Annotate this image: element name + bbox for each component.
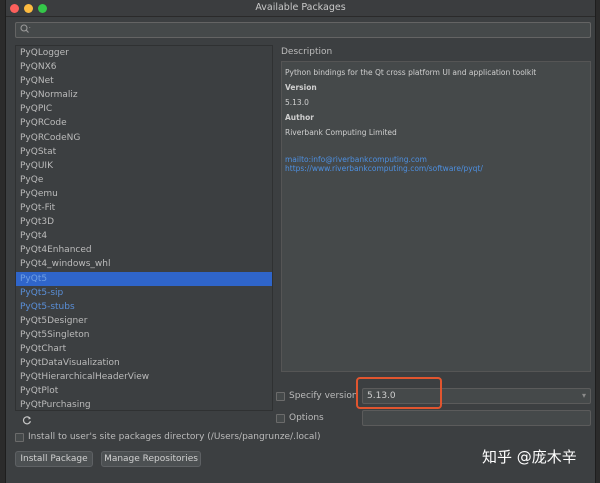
specify-version-checkbox[interactable]: [276, 392, 285, 401]
list-item[interactable]: PyQtPurchasing: [16, 398, 272, 410]
options-checkbox[interactable]: [276, 414, 285, 423]
search-input[interactable]: [15, 22, 591, 38]
list-item[interactable]: PyQtChart: [16, 342, 272, 356]
list-item[interactable]: PyQNet: [16, 74, 272, 88]
version-label: Version: [285, 83, 317, 92]
list-item[interactable]: PyQt5-sip: [16, 286, 272, 300]
search-icon: [20, 24, 31, 37]
list-item[interactable]: PyQt-Fit: [16, 201, 272, 215]
list-item[interactable]: PyQtHierarchicalHeaderView: [16, 370, 272, 384]
list-item[interactable]: PyQt5: [16, 271, 272, 286]
manage-repositories-button[interactable]: Manage Repositories: [101, 451, 201, 467]
options-label: Options: [289, 413, 324, 423]
list-item[interactable]: PyQtPlot: [16, 384, 272, 398]
homepage-link[interactable]: https://www.riverbankcomputing.com/softw…: [285, 164, 483, 173]
refresh-icon[interactable]: [22, 415, 32, 428]
list-item[interactable]: PyQRCodeNG: [16, 131, 272, 145]
options-input[interactable]: [362, 410, 591, 426]
list-item[interactable]: PyQPIC: [16, 102, 272, 116]
install-package-button[interactable]: Install Package: [15, 451, 93, 467]
install-user-label: Install to user's site packages director…: [28, 432, 321, 442]
package-summary: Python bindings for the Qt cross platfor…: [285, 68, 537, 77]
list-item[interactable]: PyQt4_windows_whl: [16, 257, 272, 271]
list-item[interactable]: PyQStat: [16, 145, 272, 159]
title-bar: Available Packages: [6, 0, 595, 17]
list-item[interactable]: PyQe: [16, 173, 272, 187]
watermark: 知乎 @庞木辛: [482, 448, 577, 466]
list-item[interactable]: PyQUIK: [16, 159, 272, 173]
package-list[interactable]: PyQLogger PyQNX6 PyQNet PyQNormaliz PyQPIC Py…: [15, 45, 273, 411]
list-item[interactable]: PyQLogger: [16, 46, 272, 60]
install-user-checkbox[interactable]: [15, 433, 24, 442]
list-item[interactable]: PyQRCode: [16, 116, 272, 130]
list-item[interactable]: PyQt5Designer: [16, 314, 272, 328]
highlight-annotation: [356, 377, 442, 409]
specify-version-label: Specify version: [289, 391, 358, 401]
author-label: Author: [285, 113, 314, 122]
list-item[interactable]: PyQt5-stubs: [16, 300, 272, 314]
list-item[interactable]: PyQt4Enhanced: [16, 243, 272, 257]
description-panel: Python bindings for the Qt cross platfor…: [281, 61, 591, 372]
list-item[interactable]: PyQtDataVisualization: [16, 356, 272, 370]
list-item[interactable]: PyQt4: [16, 229, 272, 243]
list-item[interactable]: PyQNormaliz: [16, 88, 272, 102]
author-value: Riverbank Computing Limited: [285, 128, 397, 137]
version-value: 5.13.0: [285, 98, 309, 107]
window-title: Available Packages: [255, 2, 346, 13]
list-item[interactable]: PyQt3D: [16, 215, 272, 229]
list-item[interactable]: PyQNX6: [16, 60, 272, 74]
email-link[interactable]: mailto:info@riverbankcomputing.com: [285, 155, 427, 164]
chevron-down-icon: ▾: [581, 391, 586, 400]
available-packages-dialog: Available Packages PyQLogger PyQNX6 PyQNet…: [5, 0, 596, 483]
list-item[interactable]: PyQt5Singleton: [16, 328, 272, 342]
description-heading: Description: [281, 47, 333, 57]
list-item[interactable]: PyQemu: [16, 187, 272, 201]
